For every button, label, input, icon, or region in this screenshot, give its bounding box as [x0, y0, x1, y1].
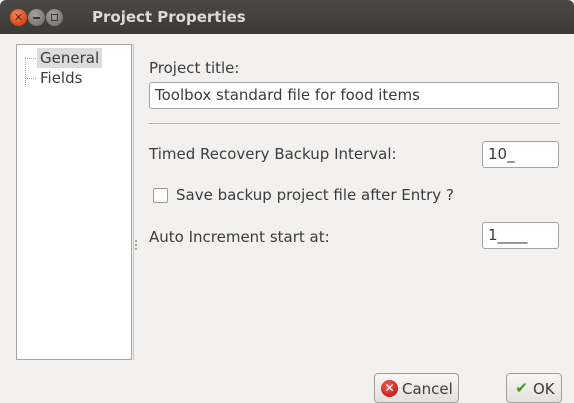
- tree-connector: [25, 58, 36, 59]
- cancel-button[interactable]: ✕ Cancel: [374, 373, 459, 403]
- tree-connector: [25, 57, 26, 85]
- cancel-icon: ✕: [381, 380, 398, 397]
- cancel-button-label: Cancel: [402, 380, 453, 398]
- save-backup-checkbox[interactable]: [153, 188, 168, 203]
- splitter-grip: [135, 240, 137, 242]
- save-backup-label[interactable]: Save backup project file after Entry ?: [176, 186, 454, 204]
- maximize-icon: [51, 14, 58, 21]
- ok-button-label: OK: [533, 380, 555, 398]
- category-tree: General Fields: [16, 44, 132, 360]
- tree-connector: [25, 78, 36, 79]
- backup-interval-input[interactable]: 10_: [482, 141, 559, 168]
- project-properties-dialog: ✕ Project Properties General Fields Proj…: [0, 0, 574, 403]
- general-settings-panel: Project title: Toolbox standard file for…: [138, 44, 574, 360]
- window-title: Project Properties: [92, 8, 246, 26]
- splitter-grip: [135, 244, 137, 246]
- tree-item-fields[interactable]: Fields: [37, 68, 85, 88]
- checkmark-icon: ✔: [515, 379, 528, 397]
- close-icon: ✕: [13, 11, 24, 24]
- tree-item-general[interactable]: General: [37, 48, 103, 68]
- minimize-window-button[interactable]: [28, 9, 45, 26]
- title-bar: ✕ Project Properties: [0, 0, 574, 34]
- project-title-label: Project title:: [149, 59, 240, 77]
- minimize-icon: [33, 17, 40, 19]
- close-window-button[interactable]: ✕: [10, 9, 27, 26]
- auto-increment-input[interactable]: 1____: [482, 222, 559, 249]
- splitter-grip: [135, 248, 137, 250]
- button-bar: ✕ Cancel ✔ OK: [0, 360, 574, 403]
- project-title-input[interactable]: Toolbox standard file for food items: [149, 82, 559, 109]
- backup-interval-label: Timed Recovery Backup Interval:: [149, 145, 397, 163]
- separator: [149, 123, 560, 124]
- maximize-window-button[interactable]: [46, 9, 63, 26]
- auto-increment-label: Auto Increment start at:: [149, 228, 330, 246]
- ok-button[interactable]: ✔ OK: [506, 373, 562, 403]
